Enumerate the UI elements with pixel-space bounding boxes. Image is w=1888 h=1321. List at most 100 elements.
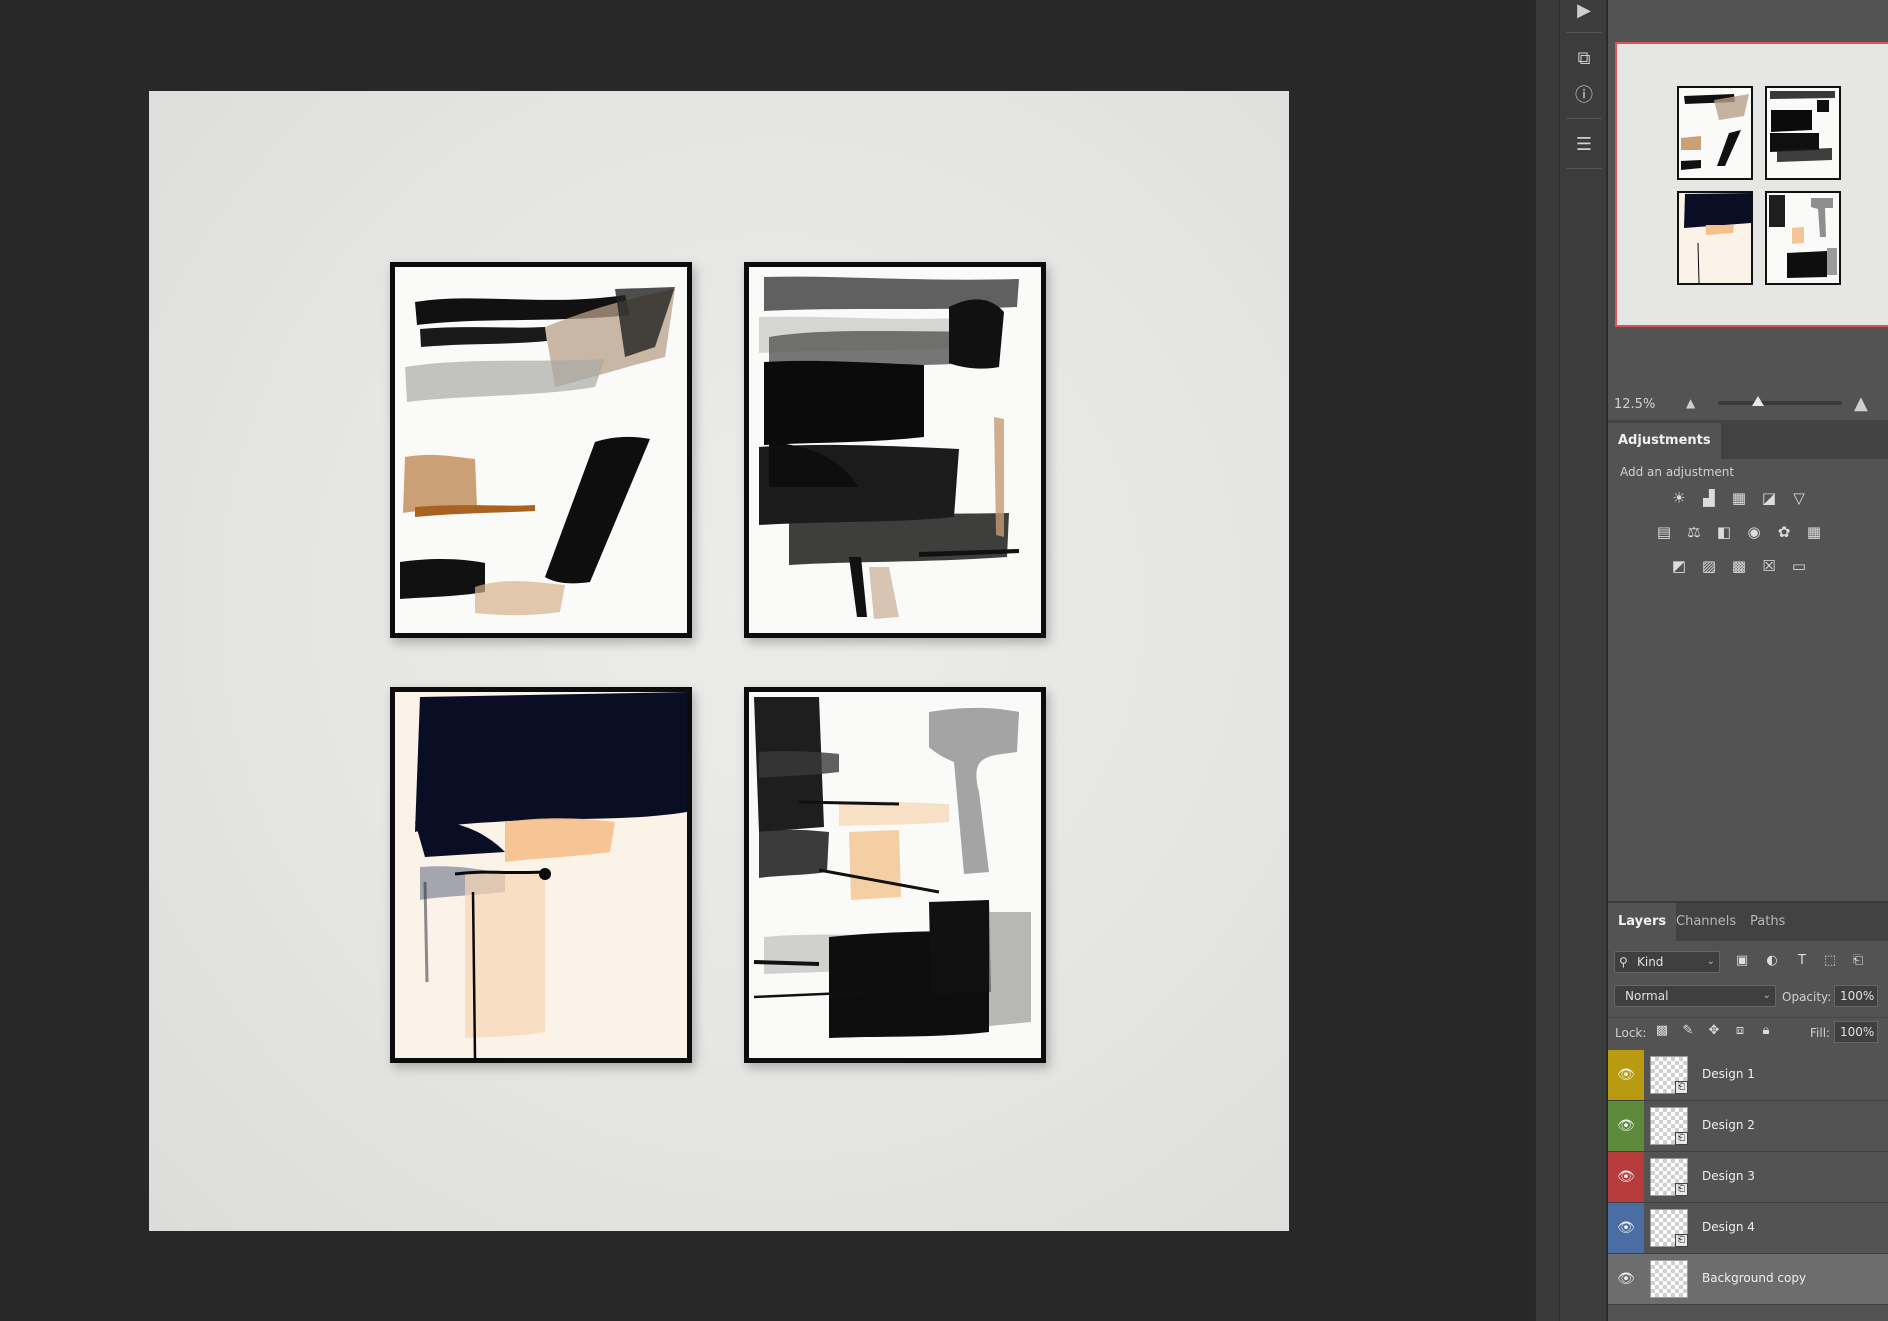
artwork-design-3 — [395, 692, 687, 1058]
opacity-label: Opacity: — [1782, 990, 1832, 1004]
tab-channels[interactable]: Channels — [1666, 903, 1746, 941]
adjustments-panel: Adjustments Add an adjustment ☀ ▟ ▦ ◪ ▽ … — [1608, 423, 1888, 901]
artwork-design-4 — [749, 692, 1041, 1058]
lock-transparent-pixels-icon[interactable]: ▩ — [1652, 1023, 1672, 1041]
nav-thumb-design-1 — [1677, 86, 1753, 180]
nav-artwork-4 — [1767, 193, 1839, 283]
zoom-slider-thumb[interactable] — [1751, 396, 1764, 406]
curves-icon[interactable]: ▦ — [1728, 487, 1750, 509]
layer-row[interactable]: 👁︎ ⎗ Design 4 — [1608, 1203, 1888, 1254]
layers-filter-row: ⚲ Kind ⌄ ▣ ◐ T ⬚ ⎗ — [1608, 947, 1888, 975]
play-icon[interactable]: ▶ — [1572, 0, 1596, 22]
selective-color-icon[interactable]: ☒ — [1758, 555, 1780, 577]
tab-paths[interactable]: Paths — [1740, 903, 1795, 941]
art-frame-design-3[interactable] — [390, 687, 692, 1063]
layers-panel: Layers Channels Paths ⚲ Kind ⌄ ▣ ◐ T ⬚ ⎗… — [1608, 901, 1888, 1321]
nav-thumb-design-2 — [1765, 86, 1841, 180]
properties-icon[interactable]: ☰ — [1572, 132, 1596, 156]
layer-name[interactable]: Design 1 — [1702, 1067, 1755, 1081]
opacity-input[interactable]: 100% — [1834, 985, 1878, 1007]
layer-row[interactable]: 👁︎ ⎗ Design 2 — [1608, 1101, 1888, 1152]
pixel-layer-filter-icon[interactable]: ▣ — [1732, 953, 1752, 971]
layer-name[interactable]: Design 3 — [1702, 1169, 1755, 1183]
layer-name[interactable]: Design 2 — [1702, 1118, 1755, 1132]
zoom-out-mountain-icon[interactable]: ▲ — [1686, 396, 1695, 410]
art-frame-design-1[interactable] — [390, 262, 692, 638]
layer-name[interactable]: Background copy — [1702, 1271, 1806, 1285]
zoom-slider[interactable] — [1718, 396, 1842, 406]
info-icon[interactable]: ⓘ — [1572, 82, 1596, 106]
color-lookup-icon[interactable]: ▦ — [1803, 521, 1825, 543]
threshold-icon[interactable]: ▩ — [1728, 555, 1750, 577]
vibrance-icon[interactable]: ▽ — [1788, 487, 1810, 509]
eye-visibility-icon[interactable]: 👁︎ — [1608, 1254, 1644, 1304]
art-frame-design-2[interactable] — [744, 262, 1046, 638]
art-frame-design-4[interactable] — [744, 687, 1046, 1063]
adjustments-row-3: ◩ ▨ ▩ ☒ ▭ — [1668, 555, 1810, 577]
adjustments-row-1: ☀ ▟ ▦ ◪ ▽ — [1668, 487, 1810, 509]
eye-visibility-icon[interactable]: 👁︎ — [1608, 1050, 1644, 1100]
layer-thumbnail[interactable]: ⎗ — [1650, 1056, 1688, 1094]
hue-saturation-icon[interactable]: ▤ — [1653, 521, 1675, 543]
layer-thumbnail[interactable]: ⎗ — [1650, 1209, 1688, 1247]
levels-icon[interactable]: ▟ — [1698, 487, 1720, 509]
collapsed-toolbar-strip — [1535, 0, 1559, 1321]
right-panel-column: 12.5% ▲ ▲ Adjustments Add an adjustment … — [1608, 0, 1888, 1321]
3d-cube-icon[interactable]: ⧉ — [1572, 46, 1596, 70]
posterize-icon[interactable]: ▨ — [1698, 555, 1720, 577]
channel-mixer-icon[interactable]: ✿ — [1773, 521, 1795, 543]
photo-filter-icon[interactable]: ◉ — [1743, 521, 1765, 543]
eye-visibility-icon[interactable]: 👁︎ — [1608, 1152, 1644, 1202]
nav-thumb-design-3 — [1677, 191, 1753, 285]
blend-mode-value: Normal — [1625, 989, 1669, 1003]
smart-object-filter-icon[interactable]: ⎗ — [1848, 953, 1868, 971]
layer-row[interactable]: 👁︎ ⎗ Design 1 — [1608, 1050, 1888, 1101]
layer-thumbnail[interactable]: ⎗ — [1650, 1158, 1688, 1196]
shape-layer-filter-icon[interactable]: ⬚ — [1820, 953, 1840, 971]
navigator-zoom-row: 12.5% ▲ ▲ — [1608, 392, 1888, 418]
zoom-in-mountain-icon[interactable]: ▲ — [1854, 393, 1868, 414]
smart-object-badge-icon: ⎗ — [1675, 1081, 1688, 1094]
exposure-icon[interactable]: ◪ — [1758, 487, 1780, 509]
layer-kind-filter-select[interactable]: ⚲ Kind ⌄ — [1614, 951, 1720, 973]
blend-mode-select[interactable]: Normal ⌄ — [1614, 985, 1776, 1007]
adjustment-layer-filter-icon[interactable]: ◐ — [1762, 953, 1782, 971]
eye-visibility-icon[interactable]: 👁︎ — [1608, 1101, 1644, 1151]
nav-artwork-3 — [1679, 193, 1751, 283]
smart-object-badge-icon: ⎗ — [1675, 1132, 1688, 1145]
gradient-map-icon[interactable]: ▭ — [1788, 555, 1810, 577]
navigator-preview[interactable] — [1615, 42, 1888, 327]
layer-thumbnail[interactable] — [1650, 1260, 1688, 1298]
lock-artboard-icon[interactable]: ⧈ — [1730, 1023, 1750, 1041]
layer-row[interactable]: 👁︎ Background copy — [1608, 1254, 1888, 1305]
nav-artwork-2 — [1767, 88, 1839, 178]
dock-separator — [1566, 32, 1602, 33]
blend-mode-row: Normal ⌄ Opacity: 100% — [1608, 983, 1888, 1011]
adjustments-tabbar: Adjustments — [1608, 423, 1888, 459]
lock-all-icon[interactable]: 🔒︎ — [1756, 1023, 1776, 1041]
black-white-icon[interactable]: ◧ — [1713, 521, 1735, 543]
lock-row: Lock: ▩ ✎ ✥ ⧈ 🔒︎ Fill: 100% — [1608, 1017, 1888, 1045]
adjustments-subtitle: Add an adjustment — [1620, 465, 1735, 479]
eye-visibility-icon[interactable]: 👁︎ — [1608, 1203, 1644, 1253]
smart-object-badge-icon: ⎗ — [1675, 1234, 1688, 1247]
lock-image-pixels-icon[interactable]: ✎ — [1678, 1023, 1698, 1041]
color-balance-icon[interactable]: ⚖ — [1683, 521, 1705, 543]
layer-thumbnail[interactable]: ⎗ — [1650, 1107, 1688, 1145]
document-canvas[interactable] — [149, 91, 1289, 1231]
zoom-level-value[interactable]: 12.5% — [1614, 397, 1655, 412]
invert-icon[interactable]: ◩ — [1668, 555, 1690, 577]
layer-row[interactable]: 👁︎ ⎗ Design 3 — [1608, 1152, 1888, 1203]
tab-adjustments[interactable]: Adjustments — [1608, 423, 1721, 459]
nav-thumb-design-4 — [1765, 191, 1841, 285]
kind-select-value: Kind — [1637, 955, 1664, 969]
canvas-area[interactable] — [0, 0, 1535, 1321]
lock-position-icon[interactable]: ✥ — [1704, 1023, 1724, 1041]
brightness-contrast-icon[interactable]: ☀ — [1668, 487, 1690, 509]
search-icon: ⚲ — [1619, 955, 1628, 969]
type-layer-filter-icon[interactable]: T — [1792, 953, 1812, 971]
layer-name[interactable]: Design 4 — [1702, 1220, 1755, 1234]
fill-input[interactable]: 100% — [1834, 1021, 1878, 1043]
layers-tabbar: Layers Channels Paths — [1608, 903, 1888, 941]
chevron-down-icon: ⌄ — [1706, 956, 1715, 967]
